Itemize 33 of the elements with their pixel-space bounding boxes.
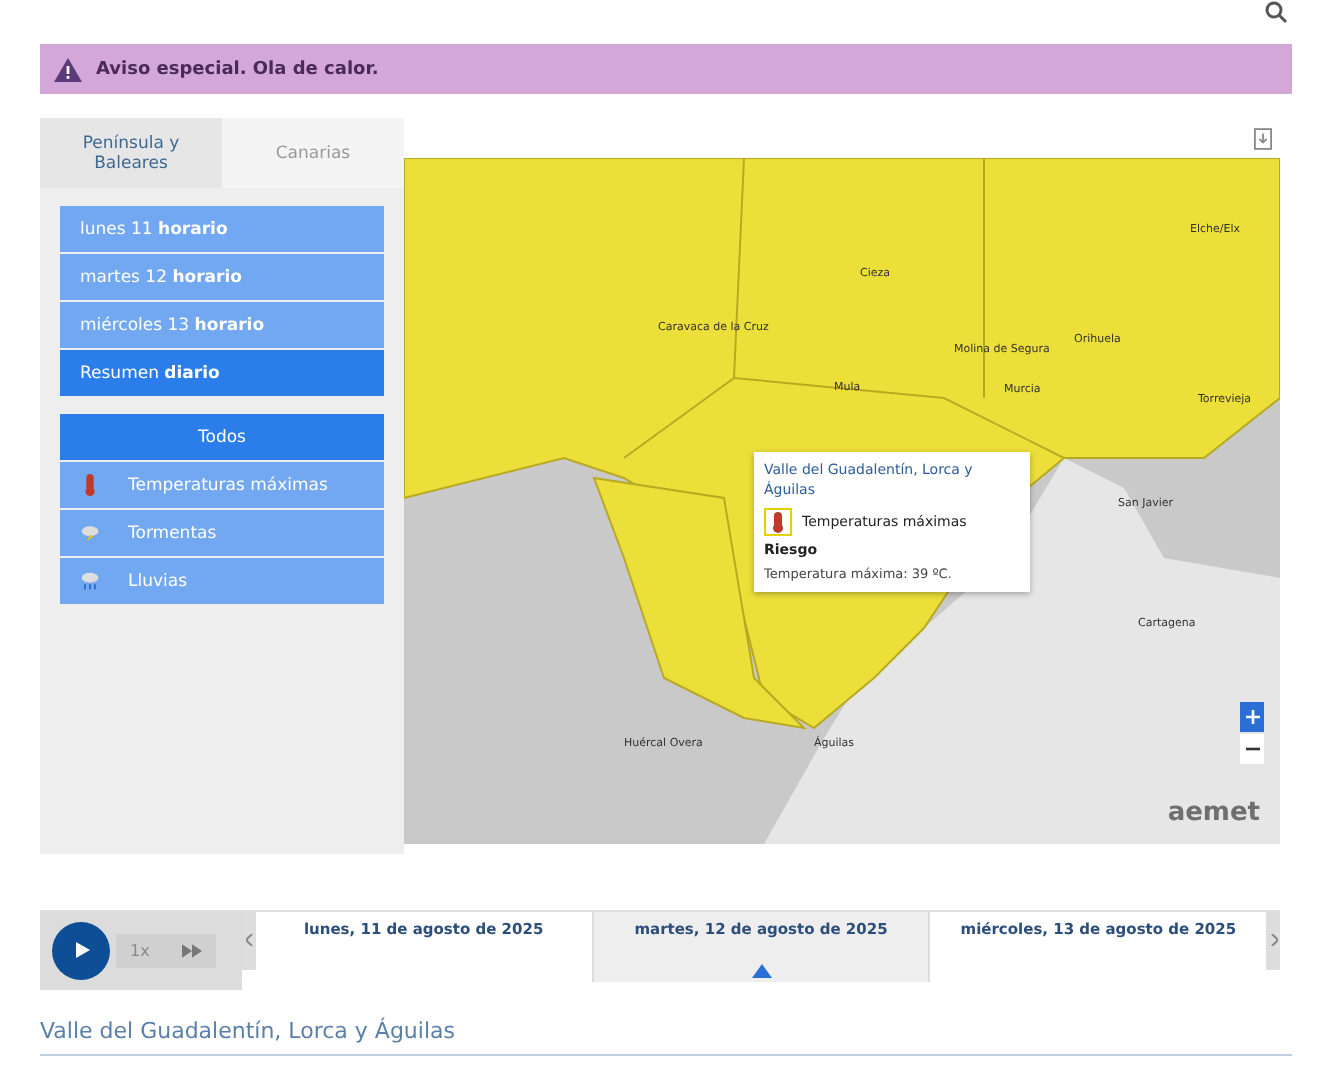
period-item[interactable]: martes 12 horario — [60, 254, 384, 300]
zoom-out-button[interactable] — [1240, 734, 1264, 764]
thermometer-icon — [80, 474, 100, 496]
filter-item[interactable]: Temperaturas máximas — [60, 462, 384, 508]
previous-button[interactable] — [242, 910, 256, 970]
zoom-in-button[interactable] — [1240, 702, 1264, 732]
warning-text: Aviso especial. Ola de calor. — [96, 59, 379, 79]
period-item[interactable]: lunes 11 horario — [60, 206, 384, 252]
chevron-left-icon — [245, 934, 253, 946]
filter-item[interactable]: Todos — [60, 414, 384, 460]
rain-icon — [80, 570, 100, 592]
storm-icon — [80, 522, 100, 544]
speed-label[interactable]: 1x — [130, 941, 150, 959]
search-icon[interactable] — [1264, 0, 1288, 24]
filter-item[interactable]: Lluvias — [60, 558, 384, 604]
filter-item[interactable]: Tormentas — [60, 510, 384, 556]
region-tab[interactable]: Canarias — [222, 118, 404, 188]
period-item[interactable]: miércoles 13 horario — [60, 302, 384, 348]
region-tab[interactable]: Península y Baleares — [40, 118, 222, 188]
chevron-right-icon — [1269, 934, 1278, 946]
next-button[interactable] — [1266, 910, 1281, 970]
plus-icon — [1245, 710, 1259, 724]
period-item[interactable]: Resumen diario — [60, 350, 384, 396]
thermometer-icon — [764, 507, 792, 536]
zone-heading: Valle del Guadalentín, Lorca y Águilas — [40, 1018, 1292, 1056]
fast-forward-icon[interactable] — [181, 943, 202, 957]
play-button[interactable] — [52, 921, 110, 979]
map-logo: aemet — [1167, 798, 1260, 828]
minus-icon — [1245, 742, 1259, 756]
warning-icon — [54, 57, 82, 81]
pointer-icon — [751, 964, 771, 978]
play-icon — [71, 940, 91, 960]
download-icon[interactable] — [1254, 127, 1272, 149]
